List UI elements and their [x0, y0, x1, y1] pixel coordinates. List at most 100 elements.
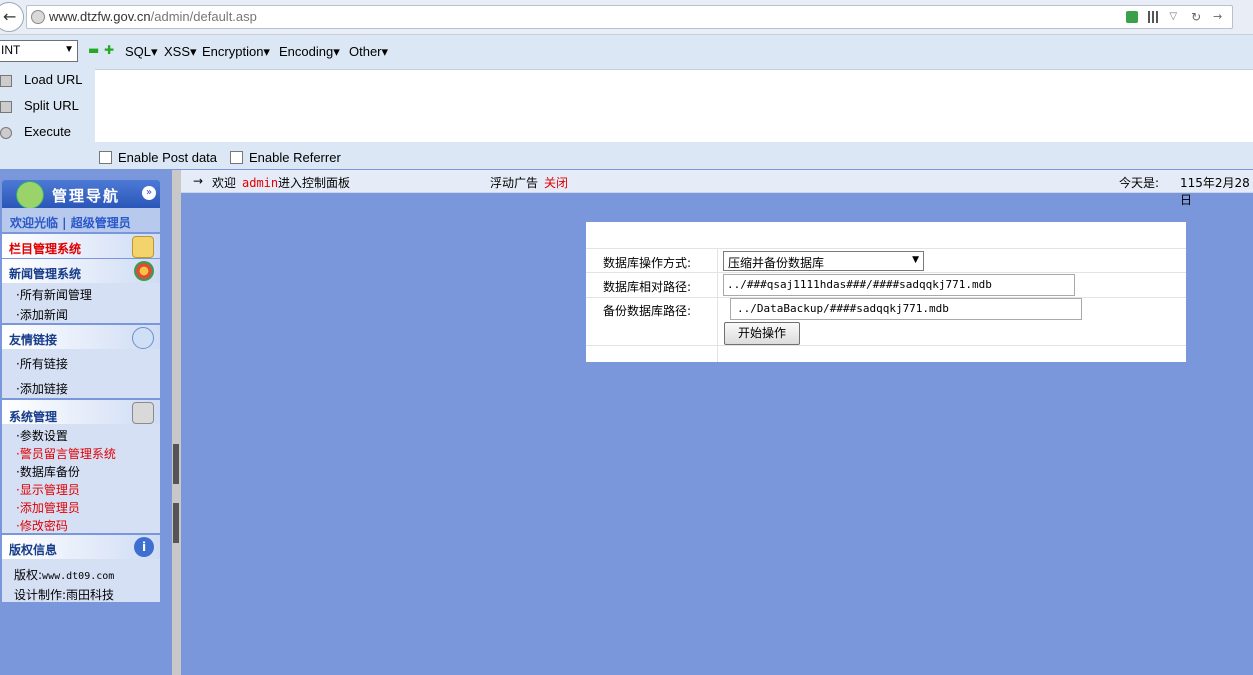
menu-other[interactable]: Other▾ [349, 44, 388, 60]
column-mgmt-header[interactable]: 栏目管理系统 [2, 234, 160, 258]
address-bar[interactable]: www.dtzfw.gov.cn/admin/default.asp [26, 5, 1233, 29]
split-url-label: Split URL [24, 98, 79, 113]
welcome-line: 欢迎光临 | 超级管理员 [10, 216, 131, 230]
backup-path-value: ../DataBackup/####sadqqkj771.mdb [737, 302, 949, 315]
system-title: 系统管理 [9, 410, 58, 424]
backup-path-input[interactable]: ../DataBackup/####sadqqkj771.mdb [730, 298, 1082, 320]
nav-show-admins[interactable]: ·显示管理员 [16, 481, 80, 498]
url-host: www.dtzfw.gov.cn [49, 9, 151, 24]
nav-all-links[interactable]: ·所有链接 [16, 355, 68, 372]
referrer-label: Enable Referrer [249, 150, 341, 165]
globe-icon [31, 10, 45, 24]
links-header[interactable]: 友情链接 [2, 325, 160, 349]
nav-change-password[interactable]: ·修改密码 [16, 517, 68, 534]
type-select-value: INT [1, 43, 21, 57]
frame-splitter[interactable] [172, 170, 181, 675]
splitter-handle-upper[interactable] [173, 444, 179, 484]
type-select[interactable]: INT ▼ [0, 40, 78, 62]
enter-panel-text: 进入控制面板 [278, 176, 351, 190]
system-header[interactable]: 系统管理 [2, 400, 160, 424]
nav-title: 管理导航 [52, 187, 121, 205]
mode-label: 数据库操作方式: [603, 256, 692, 270]
nav-settings[interactable]: ·参数设置 [16, 427, 68, 444]
back-arrow-icon: ← [3, 7, 17, 26]
splitter-handle-lower[interactable] [173, 503, 179, 543]
chevron-down-icon: ▼ [64, 44, 74, 55]
backup-path-label: 备份数据库路径: [603, 304, 692, 318]
col-divider [717, 248, 718, 362]
pie-chart-icon [134, 261, 154, 281]
users-icon [16, 181, 44, 209]
nav-add-news[interactable]: ·添加新闻 [16, 306, 68, 323]
copyright-site: www.dt09.com [42, 571, 115, 582]
date-text: 115年2月28日 [1180, 176, 1250, 207]
float-ad-label: 浮动广告 [490, 176, 539, 190]
news-section: 新闻管理系统 ·所有新闻管理 ·添加新闻 [2, 259, 160, 323]
welcome-text: 欢迎 [212, 176, 237, 190]
start-operation-button[interactable]: 开始操作 [724, 322, 800, 345]
nav-all-news[interactable]: ·所有新闻管理 [16, 286, 92, 303]
magnifier-icon [132, 327, 154, 349]
url-text: www.dtzfw.gov.cn/admin/default.asp [49, 9, 257, 24]
referrer-checkbox[interactable]: Enable Referrer [230, 150, 341, 165]
column-mgmt-title: 栏目管理系统 [9, 242, 82, 256]
today-label: 今天是: [1119, 176, 1160, 190]
shield-icon[interactable] [1125, 10, 1138, 23]
hackbar-url-textarea[interactable] [95, 69, 1253, 142]
execute-button[interactable]: Execute [0, 124, 71, 139]
nav-police-messages[interactable]: ·警员留言管理系统 [16, 445, 116, 462]
operation-mode-select[interactable]: 压缩并备份数据库 ▼ [723, 251, 924, 271]
copyright-line2: 设计制作:雨田科技 [14, 588, 115, 602]
info-icon: i [134, 537, 154, 557]
menu-encoding[interactable]: Encoding▾ [279, 44, 340, 60]
relative-path-label: 数据库相对路径: [603, 280, 692, 294]
copyright-header: 版权信息 i [2, 535, 160, 559]
copyright-title: 版权信息 [9, 543, 58, 557]
nav-add-admin[interactable]: ·添加管理员 [16, 499, 80, 516]
relative-path-input[interactable]: ../###qsaj1111hdas###/####sadqqkj771.mdb [723, 274, 1075, 296]
system-section: 系统管理 ·参数设置 ·警员留言管理系统 ·数据库备份 ·显示管理员 ·添加管理… [2, 400, 160, 533]
copyright-section: 版权信息 i 版权:www.dt09.com 设计制作:雨田科技 [2, 535, 160, 602]
row-divider [586, 248, 1186, 249]
checkbox-box[interactable] [99, 151, 112, 164]
copyright-line1: 版权:www.dt09.com [14, 566, 114, 583]
printer-icon [132, 402, 154, 424]
menu-encryption[interactable]: Encryption▾ [202, 44, 270, 60]
load-url-label: Load URL [24, 72, 83, 87]
nav-add-link[interactable]: ·添加链接 [16, 380, 68, 397]
column-mgmt-section[interactable]: 栏目管理系统 [2, 234, 160, 258]
arrow-icon[interactable]: → [1213, 10, 1225, 23]
relative-path-value: ../###qsaj1111hdas###/####sadqqkj771.mdb [727, 278, 992, 291]
load-url-button[interactable]: Load URL [0, 72, 83, 87]
load-icon [0, 74, 12, 87]
row-divider [586, 345, 1186, 346]
news-header[interactable]: 新闻管理系统 [2, 259, 160, 283]
split-icon [0, 100, 12, 113]
url-path: /admin/default.asp [150, 9, 257, 24]
minus-icon[interactable]: ▬ [88, 44, 99, 56]
post-data-label: Enable Post data [118, 150, 218, 165]
links-section: 友情链接 ·所有链接 ·添加链接 [2, 325, 160, 398]
username: admin [242, 176, 279, 190]
calendar-icon [132, 236, 154, 258]
close-ad-link[interactable]: 关闭 [544, 174, 568, 191]
menu-xss[interactable]: XSS▾ [164, 44, 197, 60]
welcome-bar: 欢迎光临 | 超级管理员 [2, 208, 160, 232]
operation-mode-value: 压缩并备份数据库 [728, 256, 825, 270]
collapse-icon[interactable]: » [142, 186, 156, 200]
qr-code-icon[interactable] [1147, 10, 1160, 23]
nav-db-backup[interactable]: ·数据库备份 [16, 463, 80, 480]
plus-icon[interactable]: ✚ [104, 44, 114, 56]
row-divider [586, 272, 1186, 273]
menu-sql[interactable]: SQL▾ [125, 44, 158, 60]
reload-icon[interactable]: ↻ [1191, 11, 1203, 23]
chevron-down-icon: ▼ [912, 255, 919, 265]
checkbox-box[interactable] [230, 151, 243, 164]
post-data-checkbox[interactable]: Enable Post data [99, 150, 217, 165]
split-url-button[interactable]: Split URL [0, 98, 79, 113]
arrow-icon: → [193, 174, 204, 188]
address-icons: ▽ ↻ → [1120, 9, 1225, 23]
nav-header: 管理导航 » [2, 180, 160, 209]
dropdown-icon[interactable]: ▽ [1169, 11, 1181, 23]
links-title: 友情链接 [9, 333, 58, 347]
